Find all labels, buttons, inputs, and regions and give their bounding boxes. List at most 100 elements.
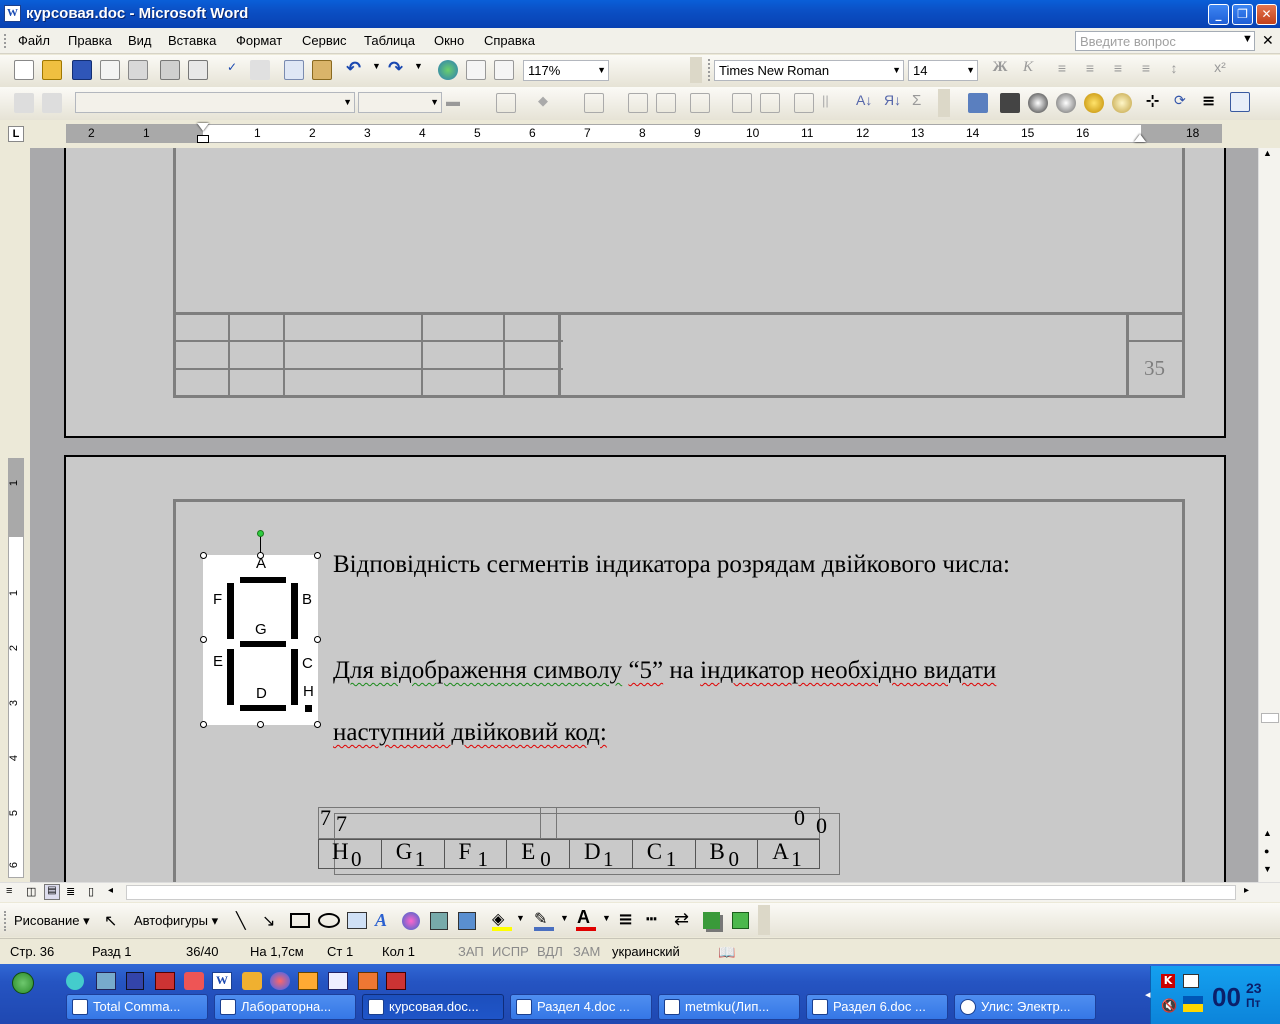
document-area[interactable]: 35 A F B G E C D H Відповідність сегмент… bbox=[30, 148, 1258, 882]
new-doc-icon[interactable] bbox=[14, 60, 34, 80]
text-direction-icon[interactable]: || bbox=[822, 93, 842, 113]
permission-icon[interactable] bbox=[100, 60, 120, 80]
network-icon[interactable] bbox=[1183, 974, 1199, 988]
chevron-down-icon[interactable]: ▼ bbox=[597, 65, 606, 75]
redo-icon[interactable]: ↷ bbox=[388, 58, 408, 79]
spelling-status-icon[interactable]: 📖 bbox=[718, 944, 735, 961]
ask-question-input[interactable]: Введите вопрос bbox=[1075, 31, 1255, 51]
toolbar-options-icon[interactable] bbox=[938, 89, 950, 117]
task-lab-doc[interactable]: Лабораторна... bbox=[214, 994, 356, 1020]
code-cell[interactable]: C1 bbox=[631, 839, 695, 871]
line-style-icon[interactable]: ≡ bbox=[1202, 91, 1222, 111]
close-button[interactable]: ✕ bbox=[1256, 4, 1277, 25]
task-ulis-browser[interactable]: Улис: Электр... bbox=[954, 994, 1096, 1020]
dash-style-icon[interactable]: ┅ bbox=[646, 909, 657, 930]
resize-handle[interactable] bbox=[257, 552, 264, 559]
zoom-combo[interactable]: 117% ▼ bbox=[523, 60, 609, 81]
line-style-icon[interactable]: ≡ bbox=[618, 909, 633, 930]
scroll-right-icon[interactable]: ▸ bbox=[1244, 885, 1249, 896]
clock[interactable]: 00 bbox=[1212, 982, 1241, 1013]
merge-cells-icon[interactable] bbox=[628, 93, 648, 113]
code-cell[interactable]: D1 bbox=[569, 839, 632, 871]
fill-color-icon[interactable]: ◈ bbox=[492, 909, 504, 929]
quicklaunch-media-icon[interactable] bbox=[270, 972, 290, 990]
oval-icon[interactable] bbox=[318, 913, 340, 928]
status-ext[interactable]: ВДЛ bbox=[537, 944, 563, 959]
tray-expand-icon[interactable]: ◂ bbox=[1145, 988, 1151, 1001]
eraser-icon[interactable] bbox=[42, 93, 62, 113]
arrow-style-icon[interactable]: ⇄ bbox=[674, 909, 689, 930]
task-kursovaya-doc[interactable]: курсовая.doc... bbox=[362, 994, 504, 1020]
code-table[interactable]: 7 7 0 0 H0G1F1E0D1C1B0A1 bbox=[318, 805, 840, 875]
insert-picture-icon[interactable] bbox=[968, 93, 988, 113]
font-name-combo[interactable]: Times New Roman ▼ bbox=[714, 60, 904, 81]
vertical-ruler-track[interactable]: 1 1 2 3 4 5 6 bbox=[8, 458, 24, 878]
shading-icon[interactable]: ◆ bbox=[538, 93, 558, 113]
language-flag-top[interactable] bbox=[1183, 996, 1203, 1004]
undo-icon[interactable]: ↶ bbox=[346, 58, 366, 79]
reading-view-icon[interactable]: ▯ bbox=[88, 885, 94, 898]
less-brightness-icon[interactable] bbox=[1112, 93, 1132, 113]
toolbar-options-icon[interactable] bbox=[758, 905, 770, 935]
quicklaunch-save-icon[interactable] bbox=[126, 972, 144, 990]
quicklaunch-pdf-icon[interactable] bbox=[155, 972, 175, 990]
resize-handle[interactable] bbox=[200, 721, 207, 728]
seven-segment-picture[interactable]: A F B G E C D H bbox=[200, 530, 321, 728]
prev-page-icon[interactable]: ▲ bbox=[1263, 828, 1272, 838]
code-cell[interactable]: B0 bbox=[694, 839, 758, 871]
arrow-icon[interactable]: ↘ bbox=[262, 911, 275, 931]
toolbar-options-icon[interactable] bbox=[690, 57, 702, 83]
antivirus-icon[interactable]: K bbox=[1161, 974, 1175, 988]
quicklaunch-app-icon[interactable] bbox=[184, 972, 204, 990]
autoformat-icon[interactable] bbox=[794, 93, 814, 113]
draw-table-icon[interactable] bbox=[14, 93, 34, 113]
print-icon[interactable] bbox=[160, 60, 180, 80]
code-cell[interactable]: G1 bbox=[380, 839, 444, 871]
resize-handle[interactable] bbox=[200, 552, 207, 559]
vertical-scrollbar[interactable]: ▲ ▲ ● ▼ bbox=[1258, 148, 1280, 882]
draw-menu[interactable]: Рисование ▾ bbox=[14, 913, 90, 929]
line-spacing-icon[interactable]: ↕ bbox=[1164, 60, 1184, 80]
line-icon[interactable]: ╲ bbox=[236, 911, 246, 931]
menu-help[interactable]: Справка bbox=[484, 33, 535, 48]
minimize-button[interactable]: _ bbox=[1208, 4, 1229, 25]
paste-icon[interactable] bbox=[312, 60, 332, 80]
brightness-icon[interactable] bbox=[1084, 93, 1104, 113]
email-icon[interactable] bbox=[128, 60, 148, 80]
clipart-icon[interactable] bbox=[430, 912, 448, 930]
scroll-left-icon[interactable]: ◂ bbox=[108, 885, 113, 896]
code-cell[interactable]: E0 bbox=[506, 839, 569, 871]
quicklaunch-word-icon[interactable]: W bbox=[212, 972, 232, 990]
rotate-icon[interactable]: ⟳ bbox=[1174, 92, 1194, 112]
crop-icon[interactable]: ⊹ bbox=[1146, 91, 1166, 111]
quicklaunch-desktop-icon[interactable] bbox=[96, 972, 116, 990]
font-color-icon[interactable]: A bbox=[577, 907, 590, 928]
status-ovr[interactable]: ЗАМ bbox=[573, 944, 600, 959]
resize-handle[interactable] bbox=[314, 721, 321, 728]
textbox-icon[interactable] bbox=[347, 912, 367, 929]
line-weight-combo[interactable]: ▼ bbox=[358, 92, 442, 113]
task-razdel6-doc[interactable]: Раздел 6.doc ... bbox=[806, 994, 948, 1020]
chevron-down-icon[interactable]: ▼ bbox=[892, 65, 901, 75]
open-icon[interactable] bbox=[42, 60, 62, 80]
task-razdel4-doc[interactable]: Раздел 4.doc ... bbox=[510, 994, 652, 1020]
distribute-rows-icon[interactable] bbox=[732, 93, 752, 113]
menu-edit[interactable]: Правка bbox=[68, 33, 112, 48]
split-cells-icon[interactable] bbox=[656, 93, 676, 113]
resize-handle[interactable] bbox=[314, 636, 321, 643]
menu-window[interactable]: Окно bbox=[434, 33, 464, 48]
border-color-icon[interactable]: ▬ bbox=[446, 93, 466, 113]
hyperlink-icon[interactable] bbox=[438, 60, 458, 80]
menu-view[interactable]: Вид bbox=[128, 33, 152, 48]
insert-table-icon[interactable] bbox=[494, 60, 514, 80]
chevron-down-icon[interactable]: ▼ bbox=[966, 65, 975, 75]
save-icon[interactable] bbox=[72, 60, 92, 80]
toolbar-grip[interactable] bbox=[4, 911, 8, 931]
menu-file[interactable]: Файл bbox=[18, 33, 50, 48]
fill-dropdown-icon[interactable]: ▼ bbox=[516, 913, 525, 923]
line-color-icon[interactable]: ✎ bbox=[534, 909, 547, 929]
spelling-icon[interactable]: ✓ bbox=[222, 60, 242, 80]
print-preview-icon[interactable] bbox=[188, 60, 208, 80]
copy-icon[interactable] bbox=[284, 60, 304, 80]
quicklaunch-window-icon[interactable] bbox=[328, 972, 348, 990]
